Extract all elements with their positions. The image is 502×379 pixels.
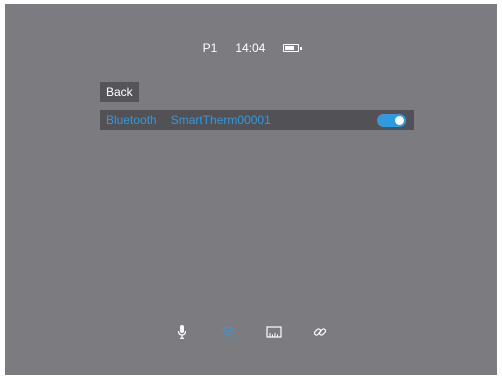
wifi-icon[interactable] [220,324,236,340]
bluetooth-toggle[interactable] [377,114,406,127]
battery-tip [300,47,303,50]
link-icon[interactable] [312,324,328,340]
device-screen: P1 14:04 Back Bluetooth SmartTherm00001 [5,4,497,375]
profile-indicator: P1 [202,41,218,55]
bluetooth-label: Bluetooth [106,113,157,127]
bottom-toolbar [5,324,497,340]
microphone-icon[interactable] [174,324,190,340]
bluetooth-setting-row[interactable]: Bluetooth SmartTherm00001 [100,110,414,130]
status-bar: P1 14:04 [5,41,497,55]
bluetooth-device-name: SmartTherm00001 [170,113,271,127]
battery-fill [285,46,295,50]
battery-icon [283,44,303,52]
back-button[interactable]: Back [100,82,139,102]
toggle-knob [395,116,404,125]
clock: 14:04 [235,41,266,55]
ruler-icon[interactable] [266,324,282,340]
